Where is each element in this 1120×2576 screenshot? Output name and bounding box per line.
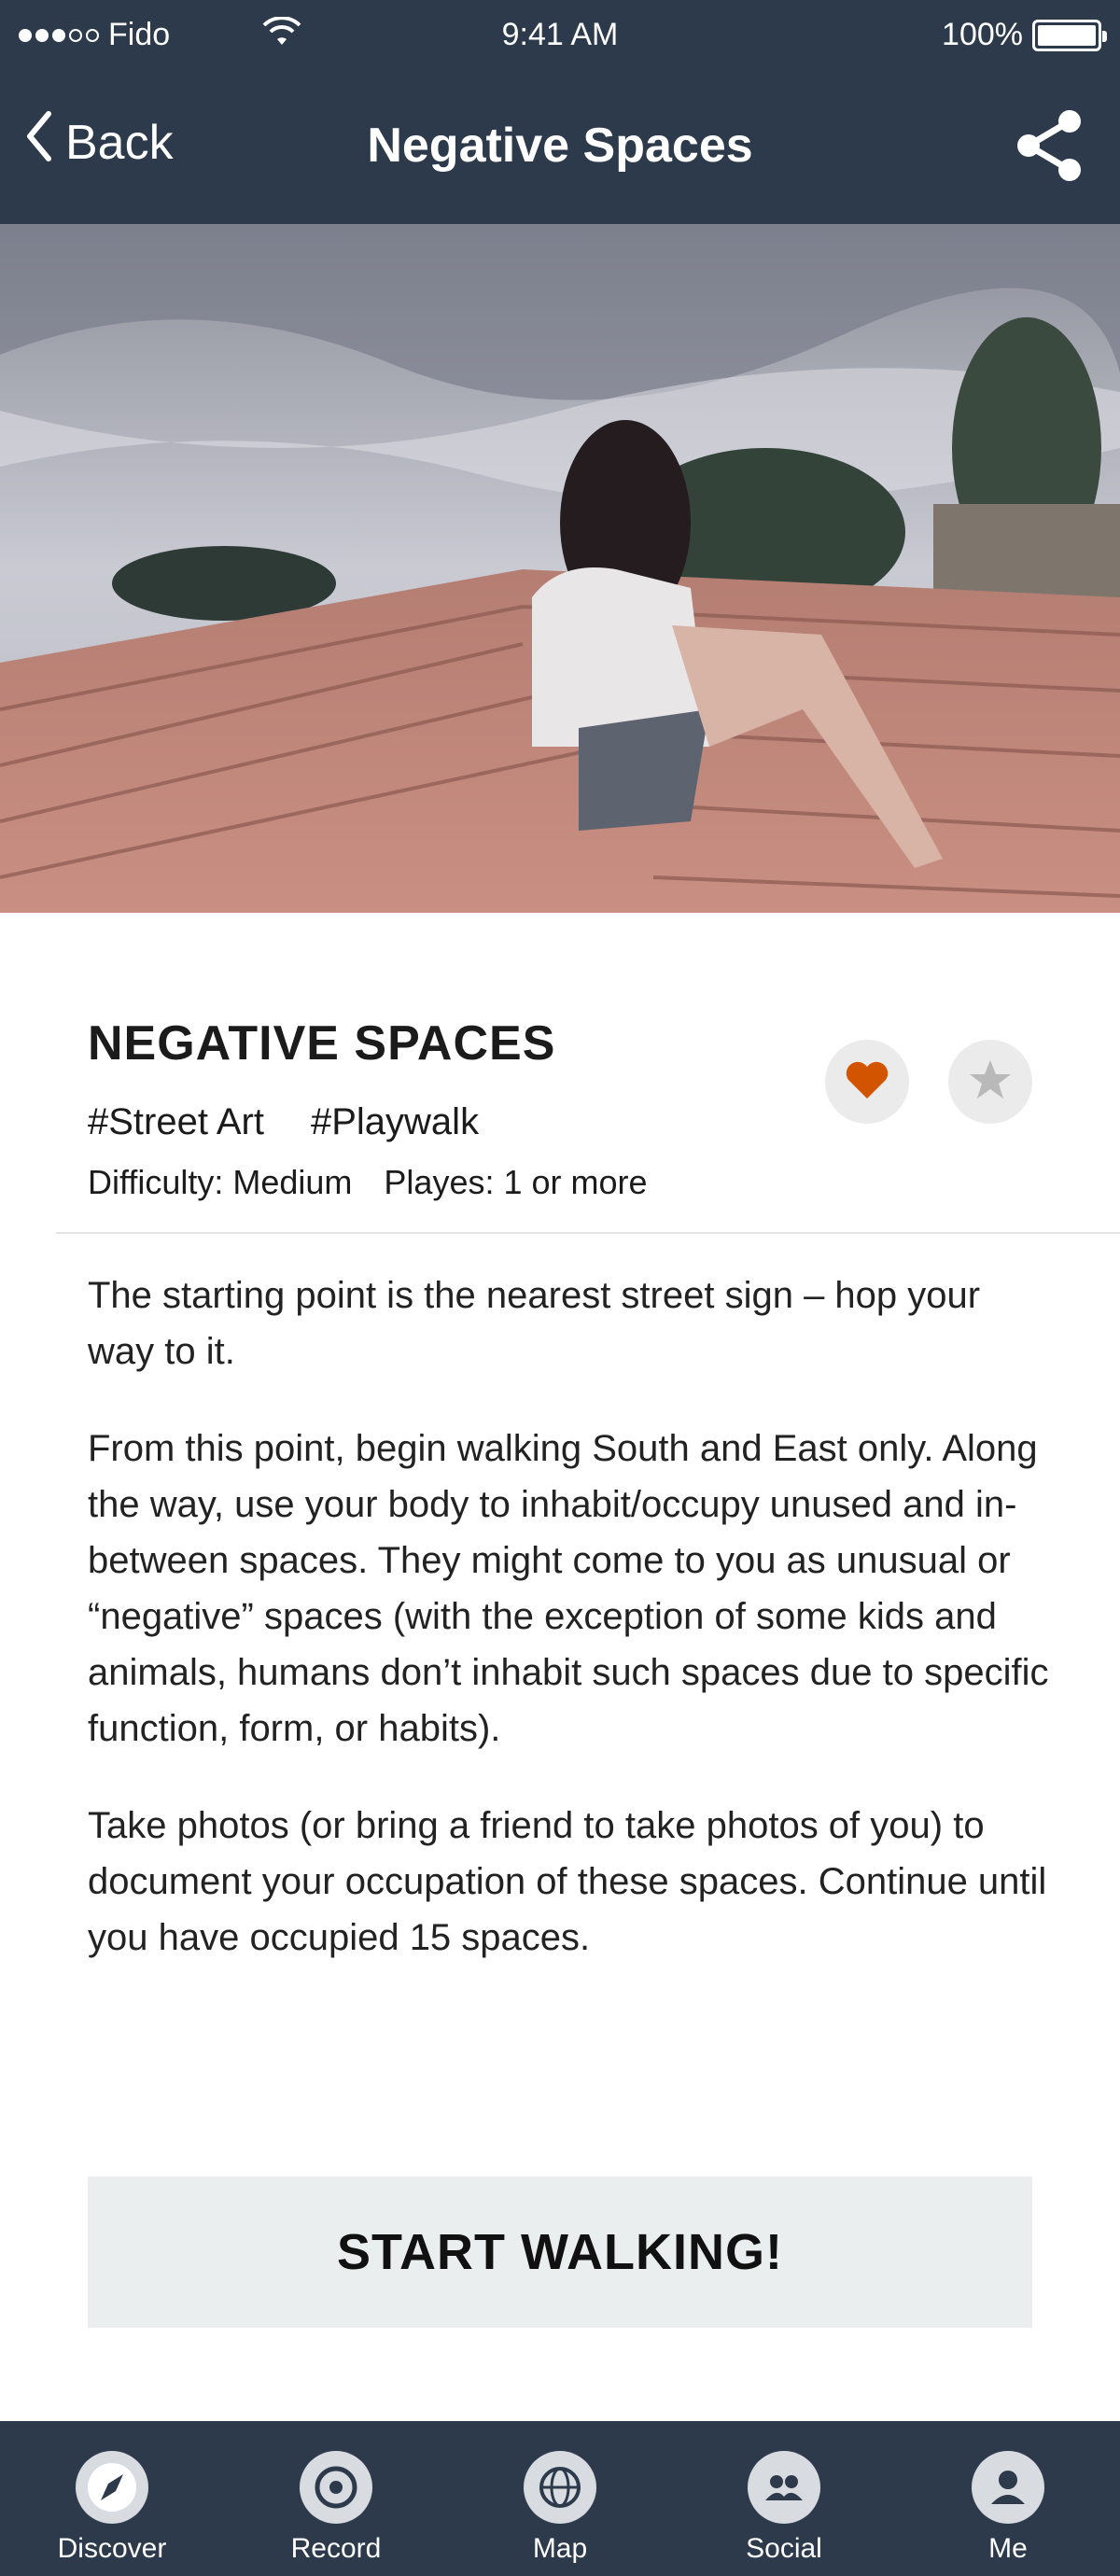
description-paragraph: From this point, begin walking South and… bbox=[88, 1428, 1049, 1749]
tab-record[interactable]: Record bbox=[224, 2421, 448, 2576]
difficulty-text: Difficulty: Medium bbox=[88, 1163, 353, 1201]
tag-list: #Street Art #Playwalk bbox=[88, 1101, 479, 1143]
favorite-button[interactable] bbox=[948, 1040, 1032, 1124]
tab-label: Map bbox=[532, 2533, 588, 2564]
tab-label: Discover bbox=[57, 2533, 167, 2564]
section-divider bbox=[56, 1232, 1120, 1234]
page-title: Negative Spaces bbox=[367, 119, 753, 173]
battery-status: 100% bbox=[942, 17, 1107, 53]
battery-percent: 100% bbox=[942, 17, 1023, 52]
share-button[interactable] bbox=[1012, 106, 1086, 189]
description-paragraph: Take photos (or bring a friend to take p… bbox=[88, 1805, 1047, 1958]
share-icon bbox=[1012, 110, 1086, 189]
user-icon bbox=[972, 2451, 1044, 2524]
like-button[interactable] bbox=[825, 1040, 909, 1124]
compass-icon bbox=[76, 2451, 148, 2524]
tab-me[interactable]: Me bbox=[896, 2421, 1120, 2576]
tag-playwalk[interactable]: #Playwalk bbox=[311, 1101, 479, 1143]
tab-label: Me bbox=[988, 2533, 1028, 2564]
tab-social[interactable]: Social bbox=[672, 2421, 896, 2576]
star-icon bbox=[968, 1058, 1013, 1106]
hero-image bbox=[0, 224, 1120, 913]
people-icon bbox=[748, 2451, 820, 2524]
players-text: Playes: 1 or more bbox=[384, 1163, 648, 1201]
record-icon bbox=[300, 2451, 372, 2524]
heart-icon bbox=[845, 1059, 889, 1105]
activity-meta: Difficulty: Medium Playes: 1 or more bbox=[88, 1163, 648, 1202]
tab-bar: Discover Record Map Social Me bbox=[0, 2421, 1120, 2576]
description-paragraph: The starting point is the nearest street… bbox=[88, 1275, 981, 1372]
navigation-bar: Back Negative Spaces bbox=[0, 90, 1120, 202]
battery-icon bbox=[1032, 19, 1107, 51]
tag-street-art[interactable]: #Street Art bbox=[88, 1101, 264, 1143]
tab-label: Social bbox=[746, 2533, 822, 2564]
activity-title: NEGATIVE SPACES bbox=[88, 1016, 556, 1071]
tab-discover[interactable]: Discover bbox=[0, 2421, 224, 2576]
tab-label: Record bbox=[290, 2533, 382, 2564]
activity-description: The starting point is the nearest street… bbox=[88, 1267, 1049, 2007]
start-walking-button[interactable]: START WALKING! bbox=[88, 2177, 1032, 2328]
top-bar: Fido 9:41 AM 100% Back Negative Spaces bbox=[0, 0, 1120, 224]
globe-icon bbox=[524, 2451, 596, 2524]
status-bar: Fido 9:41 AM 100% bbox=[0, 0, 1120, 71]
tab-map[interactable]: Map bbox=[448, 2421, 672, 2576]
